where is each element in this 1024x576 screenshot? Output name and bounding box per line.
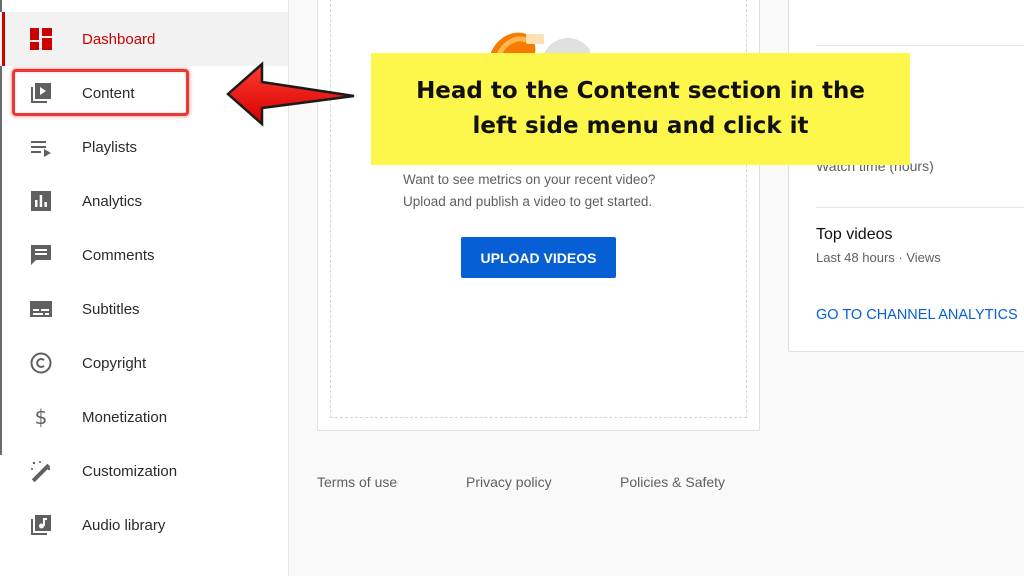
sidebar-item-playlists[interactable]: Playlists [0,120,288,174]
dashboard-icon [29,27,53,51]
upload-videos-button[interactable]: UPLOAD VIDEOS [461,237,616,278]
customization-icon [29,459,53,483]
divider [816,45,1024,46]
instruction-callout: Head to the Content section in the left … [371,53,910,165]
terms-of-use-link[interactable]: Terms of use [317,474,397,490]
policies-safety-link[interactable]: Policies & Safety [620,474,725,490]
sidebar-item-audio-library[interactable]: Audio library [0,498,288,552]
promo-text-line-2: Upload and publish a video to get starte… [403,194,653,209]
content-highlight-box [12,69,189,116]
sidebar-item-label: Playlists [82,138,138,156]
divider [816,207,1024,208]
playlists-icon [29,135,53,159]
sidebar-item-label: Comments [82,246,155,264]
sidebar-item-comments[interactable]: Comments [0,228,288,282]
sidebar-item-label: Copyright [82,354,147,372]
sidebar-item-monetization[interactable]: $ Monetization [0,390,288,444]
monetization-icon: $ [29,405,53,429]
sidebar-item-copyright[interactable]: Copyright [0,336,288,390]
go-to-channel-analytics-link[interactable]: GO TO CHANNEL ANALYTICS [816,307,1018,323]
subtitles-icon [29,297,53,321]
sidebar-item-label: Audio library [82,516,166,534]
audio-library-icon [29,513,53,537]
sidebar-item-label: Subtitles [82,300,140,318]
sidebar-item-customization[interactable]: Customization [0,444,288,498]
copyright-icon [29,351,53,375]
sidebar-item-label: Customization [82,462,178,480]
sidebar-item-label: Dashboard [82,30,156,48]
analytics-icon [29,189,53,213]
sidebar-item-dashboard[interactable]: Dashboard [0,12,288,66]
top-videos-subtitle: Last 48 hours · Views [816,250,941,265]
comments-icon [29,243,53,267]
privacy-policy-link[interactable]: Privacy policy [466,474,552,490]
red-arrow-icon [226,61,355,127]
promo-text-line-1: Want to see metrics on your recent video… [403,172,656,187]
top-videos-title: Top videos [816,226,893,243]
svg-text:$: $ [35,406,48,428]
sidebar-item-label: Monetization [82,408,168,426]
sidebar-item-label: Analytics [82,192,143,210]
sidebar-item-subtitles[interactable]: Subtitles [0,282,288,336]
sidebar-item-analytics[interactable]: Analytics [0,174,288,228]
